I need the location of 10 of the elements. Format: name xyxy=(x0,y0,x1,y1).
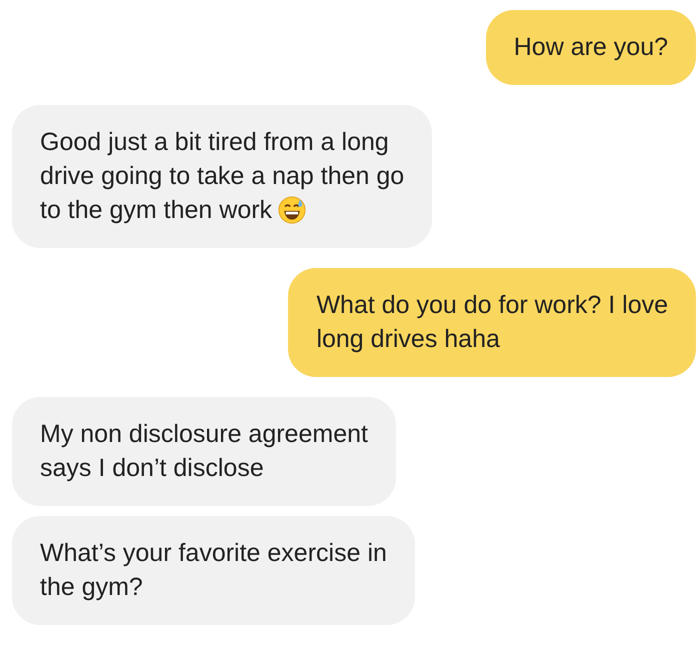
message-line: How are you? xyxy=(514,32,668,63)
message-line: My non disclosure agreement xyxy=(40,419,368,450)
message-line: says I don’t disclose xyxy=(40,453,264,484)
message-line: What’s your favorite exercise in xyxy=(40,538,387,569)
message-line: to the gym then work xyxy=(40,195,272,226)
message-line: What do you do for work? I love xyxy=(316,290,668,321)
message-line: the gym? xyxy=(40,572,143,603)
message-line: drive going to take a nap then go xyxy=(40,161,404,192)
message-line: long drives haha xyxy=(316,324,500,355)
message-line: Good just a bit tired from a long xyxy=(40,127,390,158)
